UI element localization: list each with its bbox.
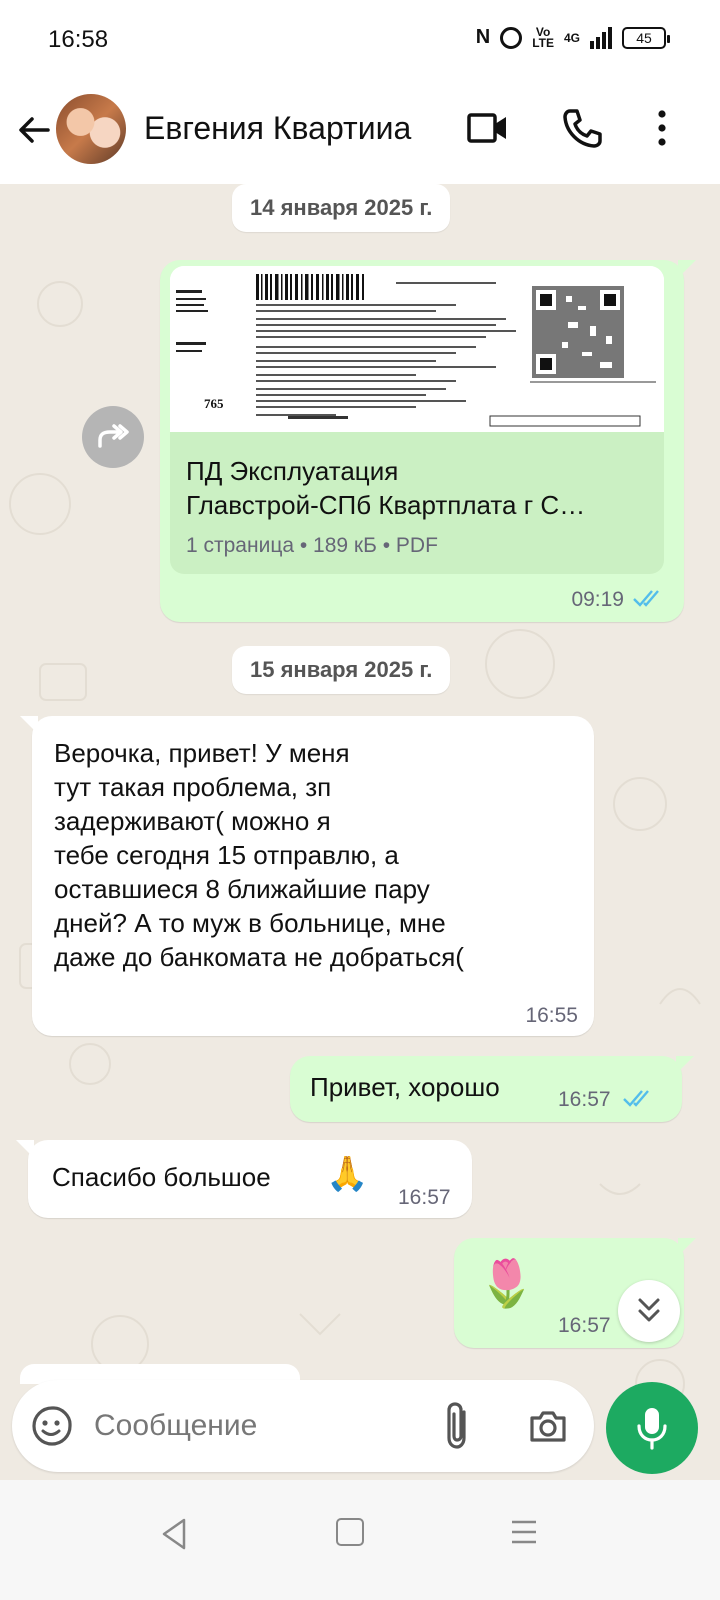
date-separator: 14 января 2025 г.: [232, 184, 451, 232]
sticker-icon[interactable]: [30, 1404, 74, 1448]
status-icons: N Vo LTE 4G 45: [475, 24, 670, 50]
alarm-icon: [500, 26, 523, 49]
message-line: дней? А то муж в больнице, мне: [54, 908, 446, 938]
message-input[interactable]: [94, 1406, 414, 1446]
emoji-pray: 🙏: [326, 1155, 369, 1193]
outgoing-message[interactable]: Привет, хорошо 16:57: [290, 1056, 694, 1122]
nfc-icon: N: [475, 26, 491, 48]
system-nav-bar: [0, 1480, 720, 1600]
message-line: Верочка, привет! У меня: [54, 738, 350, 768]
mic-icon: [637, 1408, 667, 1450]
message-text: Привет, хорошо: [310, 1072, 500, 1102]
message-text: Спасибо большое: [52, 1162, 271, 1192]
message-line: даже до банкомата не добраться(: [54, 942, 464, 972]
message-time: 16:57: [558, 1314, 611, 1337]
status-bar: 16:58 N Vo LTE 4G 45: [0, 0, 720, 84]
battery-icon: 45: [622, 26, 670, 49]
nav-back-icon[interactable]: [158, 1516, 190, 1552]
message-time: 16:57: [398, 1186, 451, 1209]
bubble-tail: [16, 1140, 34, 1158]
message-composer: [12, 1380, 594, 1472]
bubble-tail: [20, 716, 38, 734]
network-type: 4G: [563, 30, 580, 45]
bubble-tail: [678, 260, 696, 278]
status-time: 16:58: [48, 26, 109, 53]
double-chevron-down-icon: [638, 1298, 660, 1322]
message-line: тут такая проблема, зп: [54, 772, 332, 802]
voice-message-button[interactable]: [606, 1382, 698, 1474]
forward-icon: [98, 424, 129, 448]
message-line: тебе сегодня 15 отправлю, а: [54, 840, 399, 870]
read-ticks-icon: [623, 1090, 649, 1107]
bubble-tail: [678, 1238, 696, 1256]
volte-icon: Vo LTE: [532, 24, 554, 50]
date-separator: 15 января 2025 г.: [232, 646, 451, 694]
forward-button[interactable]: [82, 406, 144, 468]
document-title-line: ПД Эксплуатация: [186, 456, 399, 486]
camera-icon[interactable]: [526, 1404, 570, 1448]
message-time: 16:57: [558, 1088, 611, 1111]
message-time: 16:55: [525, 1004, 578, 1027]
emoji-tulip: 🌷: [478, 1257, 536, 1309]
read-ticks-icon: [633, 590, 659, 607]
preview-number: 765: [204, 396, 224, 411]
nav-recents-icon[interactable]: [510, 1516, 538, 1548]
contact-name[interactable]: Евгения Квартииа: [144, 110, 411, 147]
document-preview[interactable]: 765: [170, 266, 664, 432]
document-card[interactable]: 765 ПД Эксплуатация Главстрой-СПб Квартп…: [170, 266, 664, 574]
incoming-message[interactable]: Спасибо большое 🙏 16:57: [16, 1140, 472, 1218]
signal-icon: [590, 26, 612, 49]
message-time: 09:19: [571, 588, 624, 611]
document-message[interactable]: 765 ПД Эксплуатация Главстрой-СПб Квартп…: [160, 260, 696, 622]
scroll-to-bottom-button[interactable]: [618, 1280, 680, 1342]
document-title-line: Главстрой-СПб Квартплата г С…: [186, 490, 586, 520]
document-meta: 1 страница • 189 кБ • PDF: [186, 534, 438, 557]
message-text: Верочка, привет! У меня тут такая пробле…: [54, 736, 594, 974]
more-vert-icon[interactable]: [652, 106, 672, 150]
avatar[interactable]: [56, 94, 126, 164]
document-title: ПД Эксплуатация Главстрой-СПб Квартплата…: [186, 454, 656, 522]
incoming-message[interactable]: Верочка, привет! У меня тут такая пробле…: [20, 716, 594, 1036]
chat-header: Евгения Квартииа: [0, 84, 720, 184]
video-call-icon[interactable]: [466, 108, 510, 148]
bubble-tail: [676, 1056, 694, 1074]
paperclip-icon[interactable]: [440, 1400, 476, 1452]
nav-home-icon[interactable]: [336, 1518, 364, 1546]
chat-area[interactable]: 14 января 2025 г. 765 ПД Эксплуатация Гл…: [0, 184, 720, 1480]
back-arrow-icon[interactable]: [14, 110, 54, 150]
battery-level: 45: [636, 29, 652, 46]
phone-icon[interactable]: [560, 106, 604, 150]
message-line: оставшиеся 8 ближайшие пару: [54, 874, 430, 904]
message-line: задерживают( можно я: [54, 806, 331, 836]
